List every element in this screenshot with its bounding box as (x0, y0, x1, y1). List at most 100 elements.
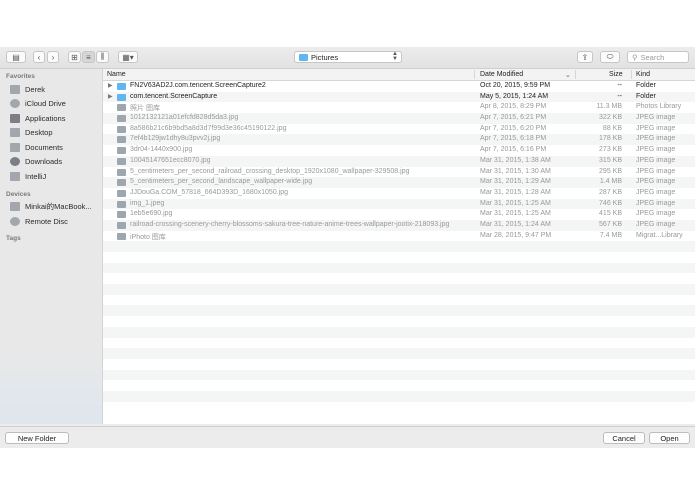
table-row: img_1.jpeg Mar 31, 2015, 1:25 AM 746 KB JPE… (103, 198, 695, 210)
sidebar-item-label: Documents (25, 142, 63, 152)
file-icon (117, 211, 126, 219)
column-kind[interactable]: Kind (636, 71, 650, 78)
new-folder-button[interactable]: New Folder (5, 432, 69, 444)
table-row: 1eb5e690.jpg Mar 31, 2015, 1:25 AM 415 KB J… (103, 209, 695, 220)
empty-row (103, 262, 695, 274)
share-button[interactable]: ⇪ (577, 51, 593, 63)
file-date: Apr 7, 2015, 6:20 PM (480, 124, 547, 132)
file-date: May 5, 2015, 1:24 AM (480, 92, 549, 100)
arrange-button[interactable]: ▦▾ (118, 51, 138, 63)
open-button[interactable]: Open (649, 432, 690, 444)
empty-row (103, 390, 695, 402)
sidebar-item-icloud-drive[interactable]: iCloud Drive (10, 97, 66, 109)
table-row[interactable]: ▶ FN2V63AD2J.com.tencent.ScreenCapture2 Oc… (103, 81, 695, 92)
column-separator (474, 70, 475, 79)
applications-icon (10, 113, 20, 123)
forward-button[interactable]: › (47, 51, 59, 63)
toolbar: ▤ ‹ › ⊞ ≡ ⫼ ▦▾ Pictures ▲ ▼ ⇪ ⬭ ⚲ Search (0, 47, 695, 69)
file-name: 3dr04-1440x900.jpg (130, 146, 193, 154)
sidebar-item-downloads[interactable]: Downloads (10, 155, 62, 167)
file-date: Mar 31, 2015, 1:25 AM (480, 210, 551, 218)
sidebar-item-applications[interactable]: Applications (10, 112, 65, 124)
sidebar-item-documents[interactable]: Documents (10, 141, 63, 153)
chevron-right-icon: › (51, 52, 55, 62)
table-row: 照片 图库 Apr 8, 2015, 8:29 PM 11.3 MB Photos L… (103, 102, 695, 114)
file-size: 1.4 MB (599, 178, 622, 186)
sidebar-toggle-button[interactable]: ▤ (6, 51, 26, 63)
laptop-icon (10, 201, 20, 211)
table-row: 8a586b21c6b9bd5a8d3d7f99d3e36c45190122.j… (103, 123, 695, 135)
file-size: 315 KB (599, 156, 622, 164)
sidebar-item-intellij[interactable]: IntelliJ (10, 170, 46, 182)
tags-header: Tags (6, 235, 21, 242)
file-date: Oct 20, 2015, 9:59 PM (480, 82, 551, 89)
file-date: Apr 7, 2015, 6:18 PM (480, 135, 547, 143)
icon-view-button[interactable]: ⊞ (68, 51, 81, 63)
file-icon (117, 200, 126, 208)
search-field[interactable]: ⚲ Search (627, 51, 689, 63)
file-size: 567 KB (599, 220, 622, 228)
file-kind: JPEG image (636, 220, 676, 228)
file-date: Mar 31, 2015, 1:30 AM (480, 167, 551, 175)
back-button[interactable]: ‹ (33, 51, 45, 63)
file-date: Apr 7, 2015, 6:21 PM (480, 114, 547, 122)
file-icon (117, 104, 126, 112)
file-kind: Migrat...Library (636, 231, 683, 239)
sidebar-item-label: Applications (25, 113, 66, 123)
table-row: railroad-crossing-scenery-cherry-blossom… (103, 219, 695, 231)
empty-row (103, 316, 695, 327)
column-size[interactable]: Size (609, 71, 623, 78)
search-placeholder: Search (640, 52, 665, 62)
sidebar-item-macbook[interactable]: Minkai的MacBook... (10, 200, 92, 212)
file-size: 322 KB (599, 114, 622, 122)
disc-icon (10, 216, 20, 226)
sidebar-item-derek[interactable]: Derek (10, 83, 45, 95)
file-icon (117, 232, 126, 240)
file-size: -- (617, 82, 622, 89)
folder-icon (299, 53, 308, 61)
desktop-icon (10, 127, 20, 137)
file-size: -- (617, 92, 622, 100)
file-name: 5_centimeters_per_second_railroad_crossi… (130, 167, 410, 175)
table-row[interactable]: ▶ com.tencent.ScreenCapture May 5, 2015, 1… (103, 91, 695, 103)
file-size: 295 KB (599, 167, 622, 175)
file-name: 10045147651ecc8070.jpg (130, 156, 211, 164)
file-size: 287 KB (599, 188, 622, 196)
chevron-left-icon: ‹ (37, 52, 41, 62)
file-name: 照片 图库 (130, 105, 160, 113)
cancel-button[interactable]: Cancel (603, 432, 645, 444)
file-icon (117, 189, 126, 197)
file-kind: JPEG image (636, 114, 676, 122)
column-header: Name Date Modified ⌄ Size Kind (103, 69, 695, 81)
list-view-button[interactable]: ≡ (82, 51, 95, 63)
disclosure-triangle-icon[interactable]: ▶ (108, 82, 113, 89)
location-popup[interactable]: Pictures ▲ ▼ (294, 51, 402, 63)
tags-button[interactable]: ⬭ (600, 51, 620, 63)
file-date: Mar 28, 2015, 9:47 PM (480, 231, 552, 239)
file-size: 178 KB (599, 135, 622, 143)
sidebar-item-label: Downloads (25, 156, 63, 166)
file-size: 88 KB (602, 124, 622, 132)
empty-row (103, 337, 695, 349)
table-row: iPhoto 图库 Mar 28, 2015, 9:47 PM 7.4 MB Migr… (103, 230, 695, 242)
grid-icon: ⊞ (71, 52, 78, 62)
empty-row (103, 284, 695, 295)
tag-icon: ⬭ (606, 52, 614, 61)
file-icon (117, 136, 126, 144)
column-name[interactable]: Name (107, 71, 126, 78)
column-view-button[interactable]: ⫼ (96, 51, 109, 63)
file-name: JJDouGa.COM_57818_664D393D_1680x1050.jpg (130, 188, 288, 196)
file-date: Mar 31, 2015, 1:24 AM (480, 220, 551, 228)
table-row: 5_centimeters_per_second_railroad_crossi… (103, 166, 695, 178)
file-kind: JPEG image (636, 210, 676, 218)
sidebar-item-remote-disc[interactable]: Remote Disc (10, 215, 68, 227)
file-icon (117, 115, 126, 123)
sidebar-item-desktop[interactable]: Desktop (10, 126, 53, 138)
column-date-modified[interactable]: Date Modified (480, 71, 523, 78)
file-name: iPhoto 图库 (130, 233, 166, 241)
file-icon (117, 147, 126, 155)
file-kind: JPEG image (636, 156, 676, 164)
empty-row (103, 294, 695, 306)
file-size: 7.4 MB (599, 231, 622, 239)
disclosure-triangle-icon[interactable]: ▶ (108, 93, 113, 100)
